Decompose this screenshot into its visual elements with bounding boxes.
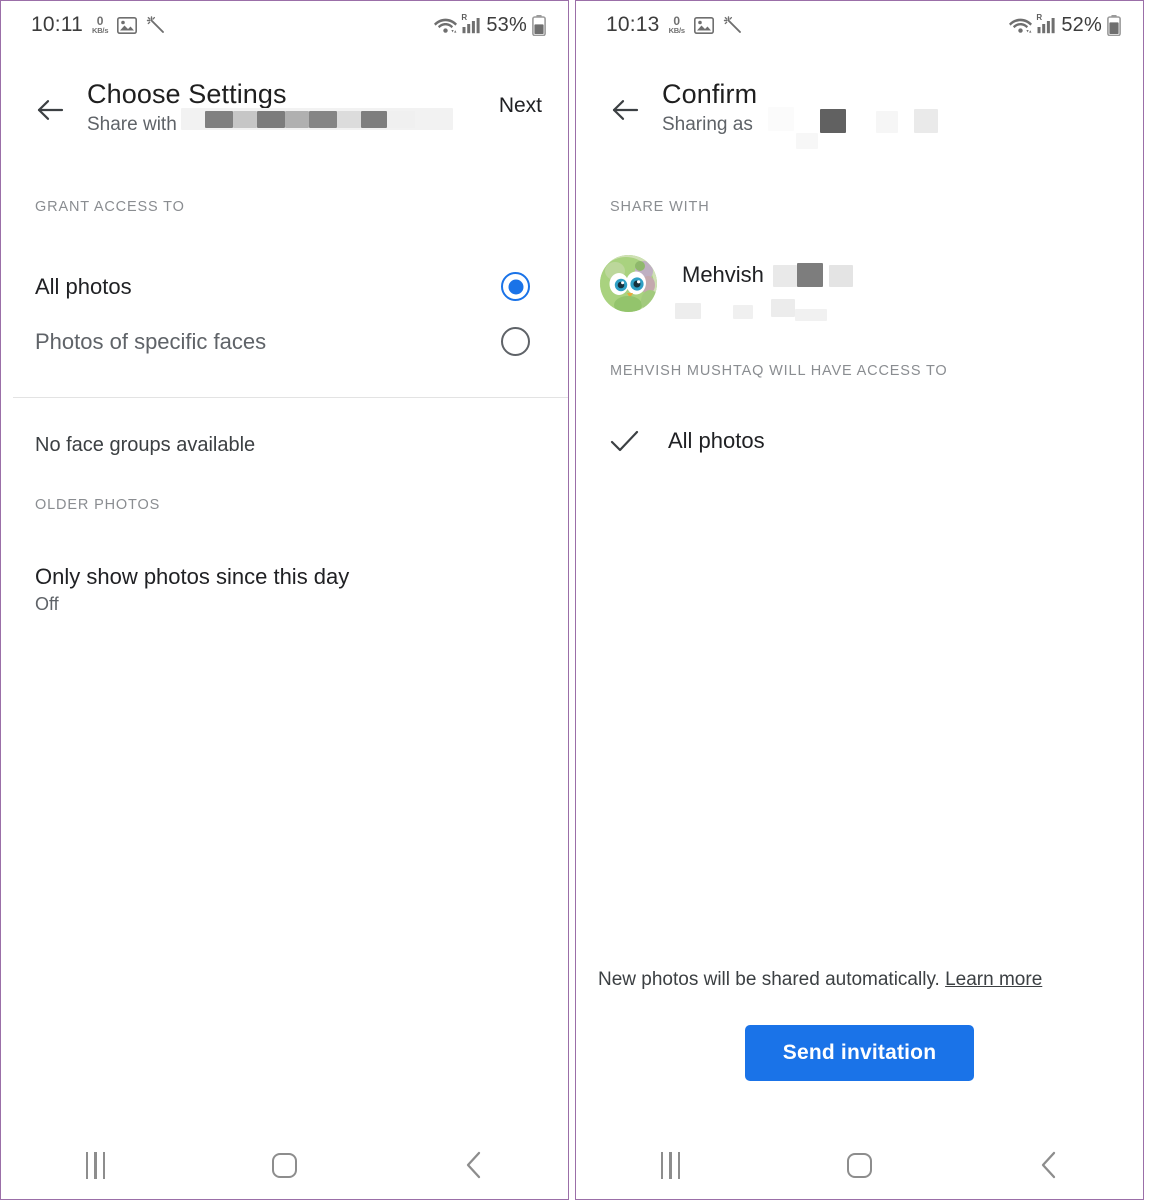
android-nav-bar (576, 1131, 1143, 1199)
face-groups-note: No face groups available (35, 433, 256, 456)
share-with-section: SHARE WITH Mehvish (576, 199, 1143, 341)
wifi-icon (1009, 16, 1033, 34)
wifi-icon (434, 16, 458, 34)
radio-all-photos[interactable] (501, 272, 530, 301)
arrow-left-icon (612, 100, 639, 120)
status-time: 10:11 (31, 13, 83, 36)
footer-note-text: New photos will be shared automatically. (598, 969, 940, 991)
battery-icon (532, 14, 546, 36)
phone-panel-choose-settings: 10:11 0 KB/s R 53% Choose Settings Share… (0, 0, 569, 1200)
app-bar: Confirm Sharing as (576, 49, 1143, 149)
page-subtitle: Sharing as (662, 114, 753, 136)
footer-note: New photos will be shared automatically.… (576, 968, 1143, 993)
status-bar: 10:13 0 KB/s R 52% (576, 1, 1143, 49)
data-rate-indicator: 0 KB/s (92, 15, 109, 36)
radio-specific-faces[interactable] (501, 327, 530, 356)
section-divider (13, 397, 568, 398)
home-icon (847, 1152, 872, 1178)
nav-back-button[interactable] (429, 1139, 519, 1191)
section-label-grant-access: GRANT ACCESS TO (35, 199, 185, 215)
avatar (600, 255, 657, 312)
content-spacer-right (576, 469, 1143, 968)
status-bar-right: R 52% (1009, 13, 1121, 37)
data-rate-unit: KB/s (668, 26, 686, 36)
battery-percent: 53% (486, 13, 527, 36)
nav-home-button[interactable] (815, 1139, 905, 1191)
status-bar-left: 10:11 0 KB/s (31, 13, 166, 37)
setting-value: Off (35, 593, 59, 614)
android-nav-bar (1, 1131, 568, 1199)
status-bar-right: R 53% (434, 13, 546, 37)
footer-bottom-spacer (576, 1081, 1143, 1131)
section-label-share-with: SHARE WITH (610, 199, 710, 215)
app-bar-titles: Confirm Sharing as (648, 79, 1113, 149)
grant-access-section: GRANT ACCESS TO All photos Photos of spe… (1, 199, 568, 469)
nav-home-button[interactable] (240, 1139, 330, 1191)
status-bar: 10:11 0 KB/s R 53% (1, 1, 568, 49)
status-time: 10:13 (606, 13, 660, 36)
cartoon-bird-avatar (600, 255, 657, 312)
section-label-older-photos: OLDER PHOTOS (35, 497, 161, 513)
roaming-indicator: R (461, 13, 468, 22)
cta-container: Send invitation (576, 993, 1143, 1081)
recent-apps-icon (85, 1151, 106, 1179)
screenshot-stage: 10:11 0 KB/s R 53% Choose Settings Share… (0, 0, 1156, 1200)
setting-row-show-photos-since[interactable]: Only show photos since this day Off (1, 563, 568, 615)
back-button[interactable] (602, 87, 648, 133)
option-label-specific-faces: Photos of specific faces (35, 328, 267, 354)
battery-icon (1107, 14, 1121, 36)
back-chevron-icon (466, 1151, 480, 1179)
nav-recents-button[interactable] (626, 1139, 716, 1191)
confirm-action-button[interactable] (1113, 92, 1121, 96)
setting-title: Only show photos since this day (35, 564, 350, 589)
image-icon (693, 16, 714, 34)
page-title: Choose Settings (87, 79, 287, 109)
app-bar-titles: Choose Settings Share with (73, 79, 495, 137)
data-rate-unit: KB/s (92, 26, 109, 36)
check-icon (610, 429, 644, 453)
signal-icon: R (1036, 13, 1056, 34)
magic-wand-icon (146, 15, 166, 35)
older-photos-section: OLDER PHOTOS Only show photos since this… (1, 497, 568, 615)
option-label-all-photos: All photos (35, 273, 132, 299)
page-title: Confirm (662, 79, 758, 109)
magic-wand-icon (723, 15, 743, 35)
learn-more-link[interactable]: Learn more (945, 969, 1042, 990)
app-bar: Choose Settings Share with Next (1, 49, 568, 141)
recipient-name: Mehvish (682, 262, 764, 287)
recent-apps-icon (660, 1151, 681, 1179)
phone-panel-confirm: 10:13 0 KB/s R 52% Confirm Sharing as SH… (575, 0, 1144, 1200)
arrow-left-icon (37, 100, 64, 120)
roaming-indicator: R (1036, 13, 1043, 22)
home-icon (272, 1152, 297, 1178)
back-chevron-icon (1041, 1151, 1055, 1179)
recipient-details: Mehvish (657, 249, 1119, 321)
nav-back-button[interactable] (1004, 1139, 1094, 1191)
share-recipient-row[interactable]: Mehvish (576, 249, 1143, 341)
next-button[interactable]: Next (495, 92, 546, 120)
data-rate-indicator: 0 KB/s (668, 15, 686, 36)
back-button[interactable] (27, 87, 73, 133)
content-spacer-left (1, 615, 568, 1132)
section-label-access: MEHVISH MUSHTAQ WILL HAVE ACCESS TO (610, 363, 948, 379)
access-section: MEHVISH MUSHTAQ WILL HAVE ACCESS TO All … (576, 363, 1143, 469)
access-item-label: All photos (668, 428, 765, 453)
option-row-specific-faces[interactable]: Photos of specific faces (1, 314, 568, 369)
send-invitation-button[interactable]: Send invitation (744, 1025, 975, 1081)
access-item-row: All photos (576, 413, 1143, 469)
page-subtitle: Share with (87, 114, 177, 136)
image-icon (117, 16, 138, 34)
nav-recents-button[interactable] (51, 1139, 141, 1191)
signal-icon: R (461, 13, 481, 34)
status-bar-left: 10:13 0 KB/s (606, 13, 743, 37)
option-row-all-photos[interactable]: All photos (1, 259, 568, 314)
battery-percent: 52% (1061, 13, 1102, 36)
